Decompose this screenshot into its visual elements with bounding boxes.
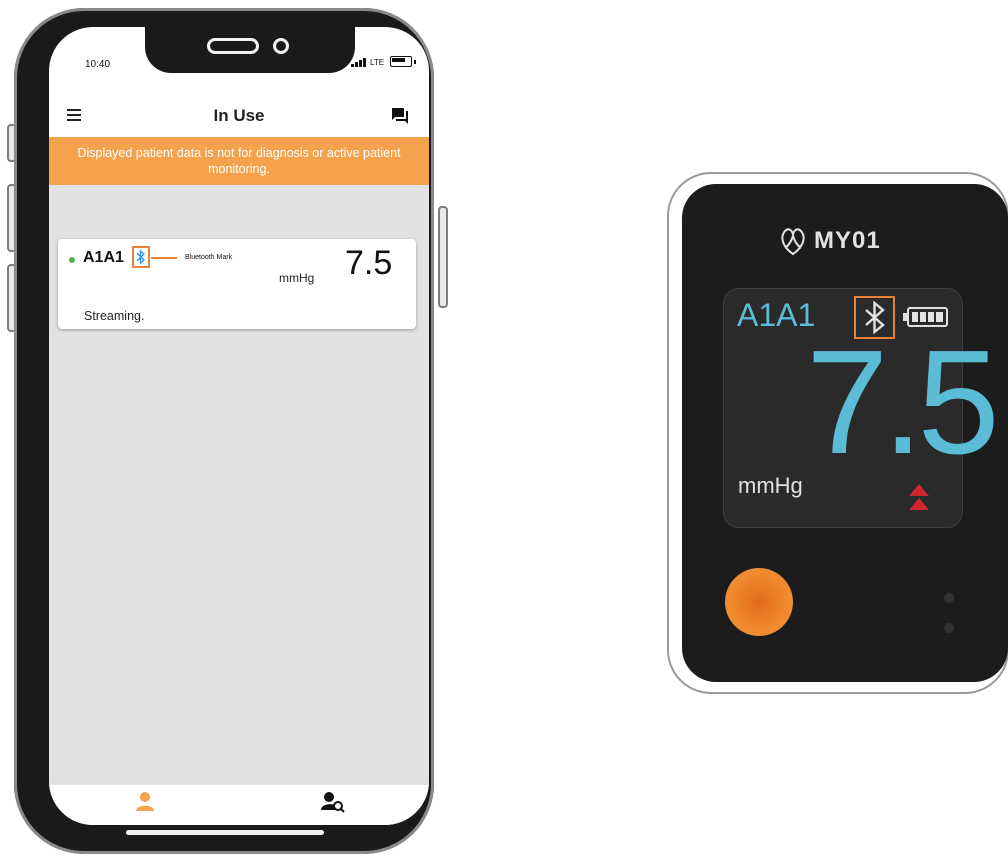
device-power-button[interactable] [725, 568, 793, 636]
monitor-device: MY01 A1A1 7.5 mmHg [682, 184, 1008, 682]
logo-icon [781, 228, 805, 256]
phone-battery-tip [414, 60, 417, 64]
brand-name: MY01 [814, 227, 881, 254]
device-reading-unit: mmHg [738, 473, 803, 498]
status-indicators: LTE [351, 56, 417, 67]
disclaimer-banner: Displayed patient data is not for diagno… [49, 137, 429, 185]
phone-screen: 10:40 LTE In Use Displayed patient data … [49, 27, 429, 825]
device-display-name: A1A1 [737, 297, 816, 333]
bluetooth-highlight-box [132, 246, 150, 268]
device-card[interactable]: A1A1 Bluetooth Mark mmHg 7.5 Streaming. [58, 239, 416, 329]
device-reading-value: 7.5 [806, 320, 1000, 485]
trend-up-arrows-icon [909, 484, 929, 510]
connection-status-dot [69, 257, 75, 263]
brand-logo: MY01 [776, 224, 881, 258]
indicator-led-1 [944, 593, 954, 603]
person-search-icon[interactable] [321, 791, 345, 813]
bluetooth-annotation-label: Bluetooth Mark [185, 254, 233, 261]
device-list-area: A1A1 Bluetooth Mark mmHg 7.5 Streaming. [49, 185, 429, 785]
page-title: In Use [213, 106, 265, 125]
home-indicator [126, 830, 324, 835]
bottom-nav [49, 785, 429, 825]
phone-power-button [438, 206, 448, 308]
device-display: A1A1 7.5 mmHg [723, 288, 1000, 528]
camera-icon [273, 38, 289, 54]
speaker-icon [207, 38, 259, 54]
signal-icon [351, 58, 366, 67]
phone-frame: 10:40 LTE In Use Displayed patient data … [14, 8, 434, 854]
indicator-led-2 [944, 623, 954, 633]
reading-unit: mmHg [279, 271, 315, 285]
phone-notch [145, 27, 355, 73]
app-bar: In Use [49, 97, 429, 137]
bluetooth-icon [136, 249, 145, 265]
annotation-leader-line [151, 257, 177, 259]
device-status-text: Streaming. [84, 309, 145, 323]
device-name: A1A1 [83, 249, 124, 266]
network-label: LTE [370, 58, 385, 67]
phone-battery-icon [390, 56, 413, 67]
reading-value: 7.5 [345, 244, 393, 282]
person-icon[interactable] [135, 791, 155, 813]
chat-icon[interactable] [391, 107, 409, 125]
status-time: 10:40 [85, 59, 111, 70]
